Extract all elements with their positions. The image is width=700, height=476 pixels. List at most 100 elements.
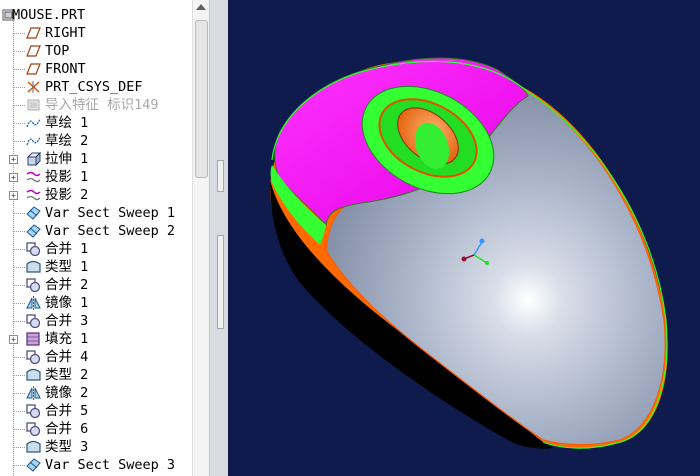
- tree-item[interactable]: 合并 5: [0, 402, 192, 420]
- tree-item[interactable]: 合并 4: [0, 348, 192, 366]
- expand-toggle-icon[interactable]: +: [9, 155, 18, 164]
- tree-item-label: 类型 2: [45, 367, 89, 383]
- tree-item-label: 合并 5: [45, 403, 89, 419]
- tree-item-label: 合并 3: [45, 313, 89, 329]
- tree-connector: [13, 411, 25, 412]
- tree-item-label: TOP: [45, 43, 70, 59]
- tree-root-item[interactable]: MOUSE.PRT: [0, 6, 192, 24]
- tree-connector: [13, 393, 25, 394]
- tree-connector: [13, 33, 25, 34]
- tree-connector: [13, 303, 25, 304]
- tree-item[interactable]: 镜像 1: [0, 294, 192, 312]
- tree-connector: [13, 69, 25, 70]
- expand-toggle-icon[interactable]: +: [9, 191, 18, 200]
- tree-item-label: 投影 1: [45, 169, 89, 185]
- tree-item-label: 合并 2: [45, 277, 89, 293]
- expand-toggle-icon[interactable]: +: [9, 335, 18, 344]
- scroll-up-arrow-icon[interactable]: [196, 4, 206, 10]
- tree-connector: [13, 357, 25, 358]
- tree-item[interactable]: + 投影 2: [0, 186, 192, 204]
- tree-item[interactable]: FRONT: [0, 60, 192, 78]
- tree-item-label: Var Sect Sweep 2: [45, 223, 176, 239]
- tree-connector: [13, 429, 25, 430]
- tree-item[interactable]: Var Sect Sweep 1: [0, 204, 192, 222]
- extrude-icon: [26, 151, 42, 167]
- tree-item-label: 草绘 1: [45, 115, 89, 131]
- tree-connector: [13, 375, 25, 376]
- tree-item-label: 合并 6: [45, 421, 89, 437]
- tree-item[interactable]: 类型 2: [0, 366, 192, 384]
- mouse-model-svg[interactable]: [228, 0, 700, 476]
- expand-toggle-icon[interactable]: +: [9, 173, 18, 182]
- tree-item-label: Var Sect Sweep 3: [45, 457, 176, 473]
- tree-item[interactable]: 合并 2: [0, 276, 192, 294]
- tree-item[interactable]: 合并 3: [0, 312, 192, 330]
- scrollbar-thumb[interactable]: [195, 20, 208, 178]
- surface-type-icon: [26, 368, 41, 382]
- tree-item-label: 导入特征 标识149: [45, 97, 159, 113]
- tree-item-label: 投影 2: [45, 187, 89, 203]
- tree-connector: [13, 87, 25, 88]
- import-feature-icon: [26, 98, 41, 112]
- splitter-handle-top[interactable]: [217, 160, 224, 192]
- tree-connector: [13, 51, 25, 52]
- merge-icon: [26, 350, 41, 365]
- merge-icon: [26, 422, 41, 437]
- graphics-viewport[interactable]: [228, 0, 700, 476]
- tree-item-label: RIGHT: [45, 25, 86, 41]
- merge-icon: [26, 242, 41, 257]
- sweep-icon: [26, 206, 41, 220]
- projection-icon: [26, 170, 41, 184]
- merge-icon: [26, 314, 41, 329]
- tree-item[interactable]: 合并 1: [0, 240, 192, 258]
- tree-item-label: 填充 1: [45, 331, 89, 347]
- projection-icon: [26, 188, 41, 202]
- tree-item-label: 拉伸 1: [45, 151, 89, 167]
- datum-plane-icon: [26, 62, 41, 76]
- tree-item-label: Var Sect Sweep 1: [45, 205, 176, 221]
- tree-item[interactable]: 类型 3: [0, 438, 192, 456]
- sweep-icon: [26, 458, 41, 472]
- tree-connector: [13, 213, 25, 214]
- tree-item-label: 类型 3: [45, 439, 89, 455]
- tree-item-label: 镜像 1: [45, 295, 89, 311]
- sketch-icon: [26, 116, 41, 130]
- tree-connector: [13, 141, 25, 142]
- mirror-icon: [26, 296, 41, 310]
- tree-connector: [13, 321, 25, 322]
- tree-item[interactable]: PRT_CSYS_DEF: [0, 78, 192, 96]
- tree-item-label: 类型 1: [45, 259, 89, 275]
- tree-connector: [13, 249, 25, 250]
- sweep-icon: [26, 224, 41, 238]
- splitter-handle-bottom[interactable]: [217, 235, 224, 329]
- tree-item-label: FRONT: [45, 61, 86, 77]
- tree-connector: [13, 285, 25, 286]
- datum-plane-icon: [26, 26, 41, 40]
- tree-item[interactable]: RIGHT: [0, 24, 192, 42]
- tree-item[interactable]: + 投影 1: [0, 168, 192, 186]
- tree-item[interactable]: 合并 6: [0, 420, 192, 438]
- panel-splitter[interactable]: [209, 0, 229, 476]
- tree-item[interactable]: 类型 1: [0, 258, 192, 276]
- tree-item[interactable]: 导入特征 标识149: [0, 96, 192, 114]
- tree-item[interactable]: Var Sect Sweep 2: [0, 222, 192, 240]
- tree-item[interactable]: 草绘 1: [0, 114, 192, 132]
- mirror-icon: [26, 386, 41, 400]
- tree-item[interactable]: TOP: [0, 42, 192, 60]
- sketch-icon: [26, 134, 41, 148]
- tree-item[interactable]: + 填充 1: [0, 330, 192, 348]
- merge-icon: [26, 404, 41, 419]
- tree-item[interactable]: 草绘 2: [0, 132, 192, 150]
- tree-item-label: 草绘 2: [45, 133, 89, 149]
- merge-icon: [26, 278, 41, 293]
- tree-connector: [13, 465, 25, 466]
- tree-item[interactable]: + 拉伸 1: [0, 150, 192, 168]
- surface-type-icon: [26, 440, 41, 454]
- tree-item[interactable]: 镜像 2: [0, 384, 192, 402]
- tree-scrollbar[interactable]: [192, 0, 209, 476]
- tree-connector: [13, 123, 25, 124]
- datum-plane-icon: [26, 44, 41, 58]
- tree-item-label: 合并 1: [45, 241, 89, 257]
- model-tree: MOUSE.PRT RIGHT TOP FRONT PRT_CSYS_DEF 导入特征 标…: [0, 0, 192, 476]
- tree-item[interactable]: Var Sect Sweep 3: [0, 456, 192, 474]
